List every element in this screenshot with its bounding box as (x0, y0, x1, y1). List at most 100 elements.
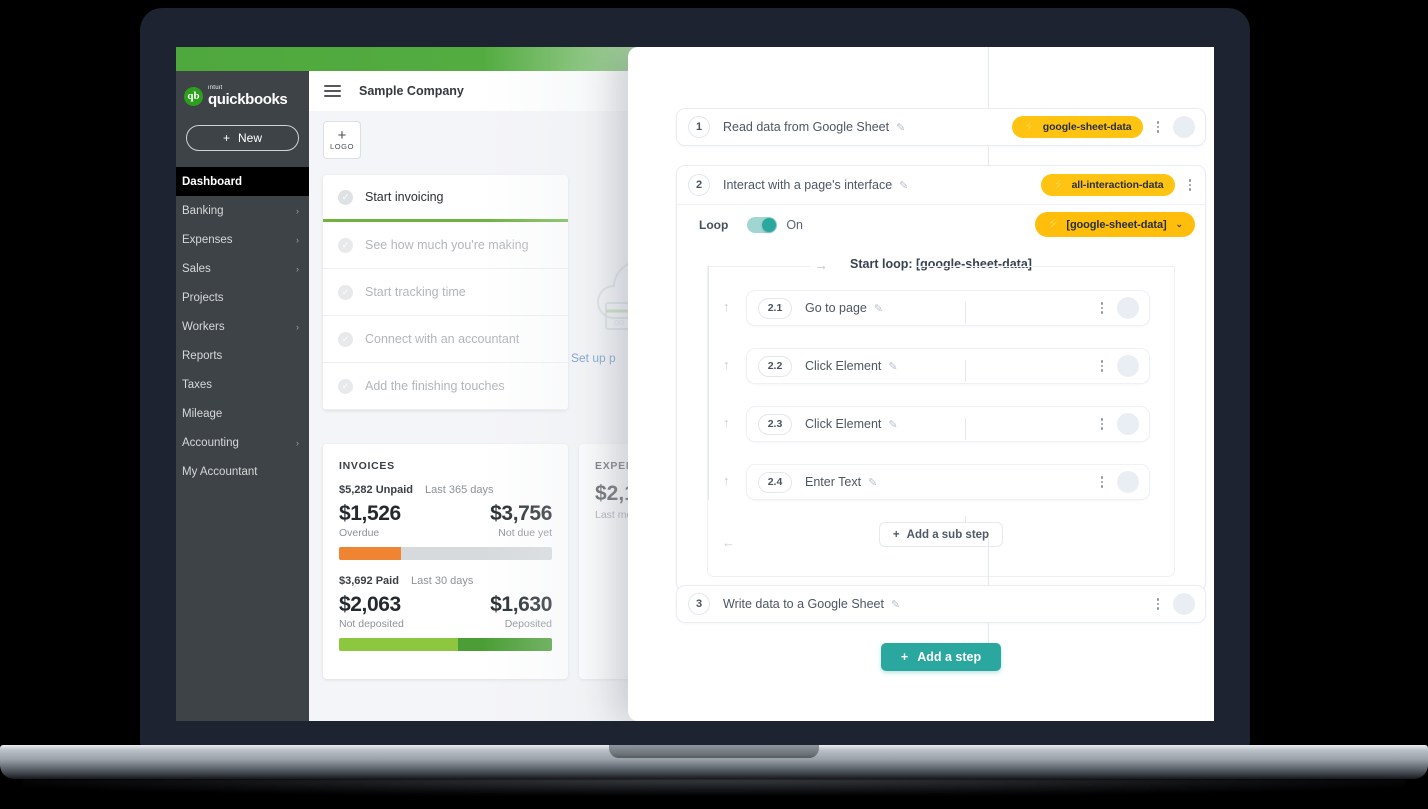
loop-label: Loop (699, 217, 729, 232)
step-title: Read data from Google Sheet ✎ (723, 120, 905, 134)
quickbooks-logo: qb intuit quickbooks (176, 71, 309, 107)
chevron-down-icon[interactable] (1173, 593, 1195, 615)
sub-step-title-text: Click Element (805, 359, 882, 373)
sidebar-item-reports[interactable]: Reports (176, 341, 309, 370)
edit-pencil-icon[interactable]: ✎ (899, 179, 908, 192)
chevron-down-icon[interactable] (1117, 297, 1139, 319)
loop-back-arrow-icon: ↑ (723, 299, 730, 314)
sidebar-item-mileage[interactable]: Mileage (176, 399, 309, 428)
setup-step-label: Add the finishing touches (365, 379, 505, 393)
sidebar-item-projects[interactable]: Projects (176, 283, 309, 312)
sidebar-item-label: Dashboard (182, 175, 243, 188)
sub-step-row[interactable]: ↑ 2.1 Go to page ✎ (723, 290, 1150, 326)
step-group: 2 Interact with a page's interface ✎ ⚡ all-i… (676, 165, 1206, 592)
loop-back-arrow-icon: ↑ (723, 357, 730, 372)
setup-step[interactable]: ✓ Connect with an accountant (323, 316, 568, 363)
kebab-menu-icon[interactable] (1097, 358, 1108, 374)
setup-checklist: ✓ Start invoicing ✓ See how much you're mak… (323, 175, 568, 410)
add-sub-step-button[interactable]: + Add a sub step (878, 522, 1004, 547)
setup-step[interactable]: ✓ Start invoicing (323, 175, 568, 222)
add-sub-step-label: Add a sub step (906, 528, 990, 541)
data-badge-label: google-sheet-data (1042, 121, 1132, 133)
logo-upload-button[interactable]: + LOGO (323, 121, 361, 159)
sub-step-number: 2.2 (758, 355, 792, 377)
edit-pencil-icon[interactable]: ✎ (896, 121, 905, 134)
loop-left-rail (708, 266, 709, 500)
invoices-deposited-label: Deposited (504, 618, 552, 630)
quickbooks-sidebar: qb intuit quickbooks + New Dashboard Bank… (176, 71, 309, 721)
sidebar-item-label: My Accountant (182, 465, 258, 478)
setup-step-label: See how much you're making (365, 238, 529, 252)
step-row[interactable]: 2 Interact with a page's interface ✎ ⚡ all-i… (677, 166, 1205, 204)
chevron-down-icon[interactable] (1117, 355, 1139, 377)
sidebar-item-label: Expenses (182, 233, 233, 246)
kebab-menu-icon[interactable] (1153, 596, 1164, 612)
sub-step-number: 2.1 (758, 297, 792, 319)
invoices-paid-range: Last 30 days (411, 575, 474, 587)
plug-icon: ⚡ (1046, 218, 1061, 230)
chevron-down-icon[interactable]: ⌄ (1176, 219, 1184, 230)
setup-link[interactable]: Set up p (571, 351, 616, 365)
loop-return-arrow-icon: ← (722, 535, 735, 550)
edit-pencil-icon[interactable]: ✎ (888, 418, 897, 431)
sub-step-row[interactable]: ↑ 2.2 Click Element ✎ (723, 348, 1150, 384)
flow-connector (965, 418, 966, 440)
kebab-menu-icon[interactable] (1185, 177, 1196, 193)
plus-icon: + (337, 126, 347, 144)
setup-step[interactable]: ✓ Start tracking time (323, 269, 568, 316)
setup-step[interactable]: ✓ Add the finishing touches (323, 363, 568, 410)
edit-pencil-icon[interactable]: ✎ (888, 360, 897, 373)
edit-pencil-icon[interactable]: ✎ (891, 598, 900, 611)
flow-connector (965, 360, 966, 382)
sidebar-item-taxes[interactable]: Taxes (176, 370, 309, 399)
sidebar-item-sales[interactable]: Sales › (176, 254, 309, 283)
edit-pencil-icon[interactable]: ✎ (874, 302, 883, 315)
logo-upload-label: LOGO (329, 141, 355, 151)
sub-step-row[interactable]: ↑ 2.4 Enter Text ✎ (723, 464, 1150, 500)
loop-toggle[interactable] (747, 216, 778, 233)
invoices-overdue-value: $1,526 (339, 502, 401, 525)
chevron-right-icon: › (296, 263, 299, 274)
invoices-notdeposited-label: Not deposited (339, 618, 404, 630)
sidebar-item-accounting[interactable]: Accounting › (176, 428, 309, 457)
company-name: Sample Company (359, 84, 464, 98)
sidebar-item-workers[interactable]: Workers › (176, 312, 309, 341)
chevron-right-icon: › (296, 205, 299, 216)
kebab-menu-icon[interactable] (1153, 119, 1164, 135)
add-step-button[interactable]: + Add a step (880, 643, 1002, 671)
chevron-down-icon[interactable] (1117, 471, 1139, 493)
new-button[interactable]: + New (186, 125, 299, 151)
step-title: Write data to a Google Sheet ✎ (723, 597, 900, 611)
edit-pencil-icon[interactable]: ✎ (868, 476, 877, 489)
invoices-notdue-value: $3,756 (490, 502, 552, 525)
sub-step-title-text: Go to page (805, 301, 867, 315)
loop-data-badge[interactable]: ⚡ [google-sheet-data] ⌄ (1034, 212, 1195, 237)
chevron-right-icon: › (296, 321, 299, 332)
invoices-deposited-value: $1,630 (490, 593, 552, 616)
sidebar-item-dashboard[interactable]: Dashboard (176, 167, 309, 196)
laptop-shadow (22, 779, 1406, 795)
chevron-down-icon[interactable] (1117, 413, 1139, 435)
sidebar-item-banking[interactable]: Banking › (176, 196, 309, 225)
sidebar-item-expenses[interactable]: Expenses › (176, 225, 309, 254)
kebab-menu-icon[interactable] (1097, 300, 1108, 316)
data-badge[interactable]: ⚡ all-interaction-data (1040, 174, 1175, 196)
kebab-menu-icon[interactable] (1097, 474, 1108, 490)
sub-step-row[interactable]: ↑ 2.3 Click Element ✎ (723, 406, 1150, 442)
sidebar-item-label: Reports (182, 349, 223, 362)
sidebar-item-my-accountant[interactable]: My Accountant (176, 457, 309, 486)
intuit-label: intuit (208, 85, 223, 91)
chevron-down-icon[interactable] (1173, 116, 1195, 138)
hamburger-icon[interactable] (324, 85, 341, 97)
step-number: 1 (688, 116, 710, 138)
step-row[interactable]: 1 Read data from Google Sheet ✎ ⚡ google-she… (676, 108, 1206, 146)
data-badge[interactable]: ⚡ google-sheet-data (1012, 116, 1143, 138)
setup-step[interactable]: ✓ See how much you're making (323, 222, 568, 269)
invoices-overdue-label: Overdue (339, 527, 380, 539)
scene: qb intuit quickbooks + New Dashboard Bank… (0, 0, 1428, 809)
plus-icon: + (892, 528, 900, 541)
sub-step-title: Go to page ✎ (805, 301, 883, 315)
setup-step-label: Connect with an accountant (365, 332, 520, 346)
kebab-menu-icon[interactable] (1097, 416, 1108, 432)
step-row[interactable]: 3 Write data to a Google Sheet ✎ (676, 585, 1206, 623)
